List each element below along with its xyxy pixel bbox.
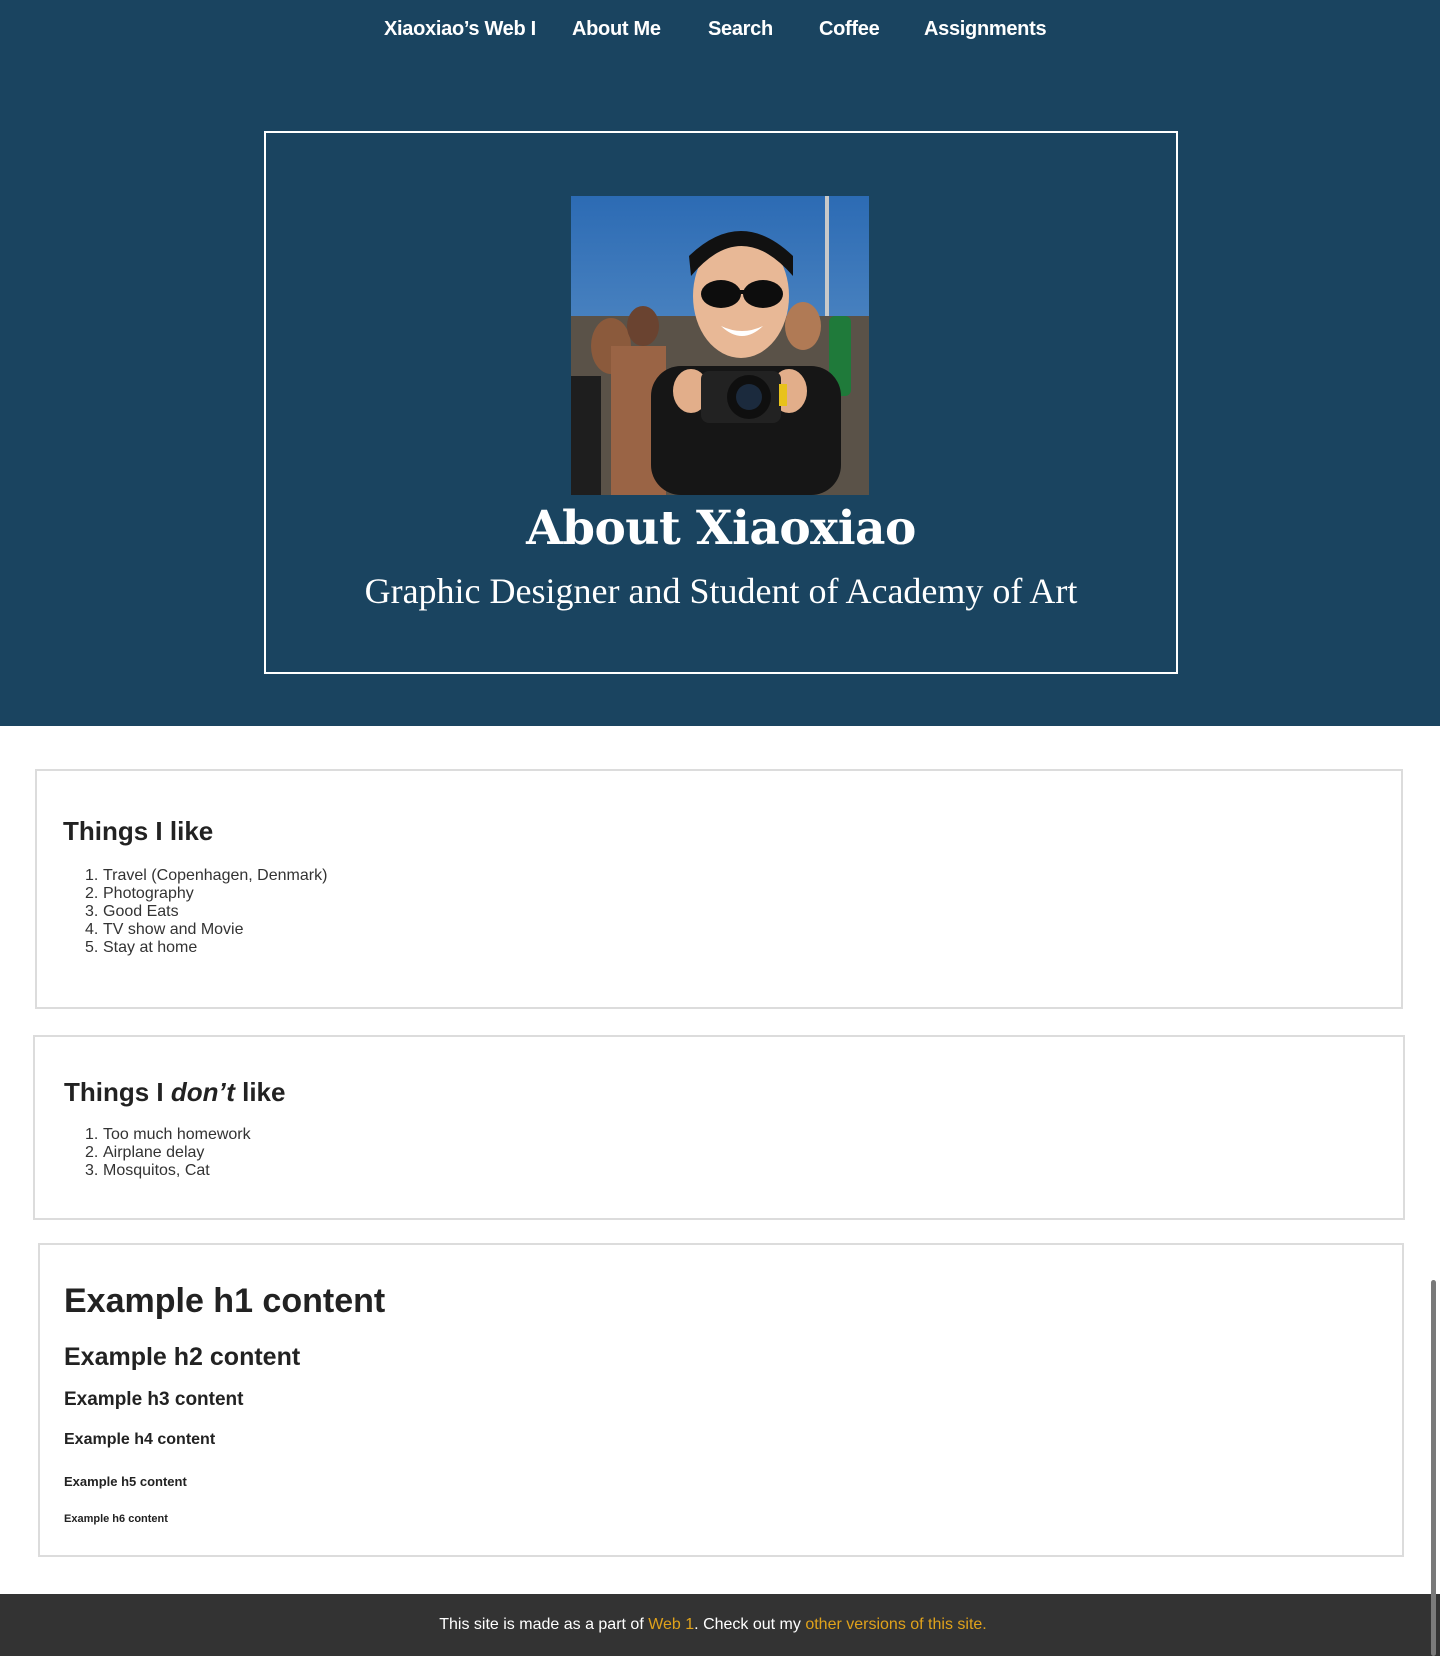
footer-link-web1[interactable]: Web 1 <box>648 1616 694 1633</box>
page-scrollbar[interactable] <box>1431 1280 1436 1656</box>
dislikes-list: 1. Too much homework 2. Airplane delay 3. M… <box>85 1126 251 1180</box>
likes-list: 1. Travel (Copenhagen, Denmark) 2. Photogr… <box>85 867 327 957</box>
top-navigation: Xiaoxiao’s Web I About Me Search Coffee … <box>0 18 1440 44</box>
page-subtitle: Graphic Designer and Student of Academy … <box>364 571 1078 611</box>
dislikes-card: Things I don’t like 1. Too much homework … <box>33 1035 1405 1220</box>
example-h5: Example h5 content <box>64 1474 187 1489</box>
list-item: 3. Good Eats <box>85 903 179 920</box>
example-h1: Example h1 content <box>64 1282 386 1320</box>
example-h3: Example h3 content <box>64 1389 244 1410</box>
nav-item-about-me[interactable]: About Me <box>572 18 661 41</box>
list-item: 1. Travel (Copenhagen, Denmark) <box>85 867 328 884</box>
nav-item-home[interactable]: Xiaoxiao’s Web I <box>384 18 536 41</box>
hero-card: About Xiaoxiao Graphic Designer and Stud… <box>264 131 1178 674</box>
dislikes-heading: Things I don’t like <box>64 1077 286 1107</box>
list-item: 2. Airplane delay <box>85 1144 205 1161</box>
example-h6: Example h6 content <box>64 1513 168 1525</box>
example-h4: Example h4 content <box>64 1431 216 1448</box>
footer-text: This site is made as a part of Web 1. Ch… <box>439 1616 987 1633</box>
list-item: 1. Too much homework <box>85 1126 251 1143</box>
likes-card: Things I like 1. Travel (Copenhagen, Denm… <box>35 769 1403 1009</box>
site-footer: This site is made as a part of Web 1. Ch… <box>0 1594 1440 1656</box>
list-item: 2. Photography <box>85 885 194 902</box>
page-title: About Xiaoxiao <box>526 501 916 556</box>
example-h2: Example h2 content <box>64 1343 301 1371</box>
profile-photo <box>571 196 869 495</box>
nav-item-search[interactable]: Search <box>708 18 773 41</box>
hero-section: Xiaoxiao’s Web I About Me Search Coffee … <box>0 0 1440 726</box>
nav-item-coffee[interactable]: Coffee <box>819 18 880 41</box>
emphasis-text: don’t <box>170 1077 235 1107</box>
nav-item-assignments[interactable]: Assignments <box>924 18 1047 41</box>
list-item: 5. Stay at home <box>85 939 198 956</box>
list-item: 4. TV show and Movie <box>85 921 244 938</box>
heading-examples-card: Example h1 content Example h2 content Ex… <box>38 1243 1404 1557</box>
likes-heading: Things I like <box>63 816 214 846</box>
list-item: 3. Mosquitos, Cat <box>85 1162 210 1179</box>
footer-link-other-versions[interactable]: other versions of this site. <box>805 1616 986 1633</box>
